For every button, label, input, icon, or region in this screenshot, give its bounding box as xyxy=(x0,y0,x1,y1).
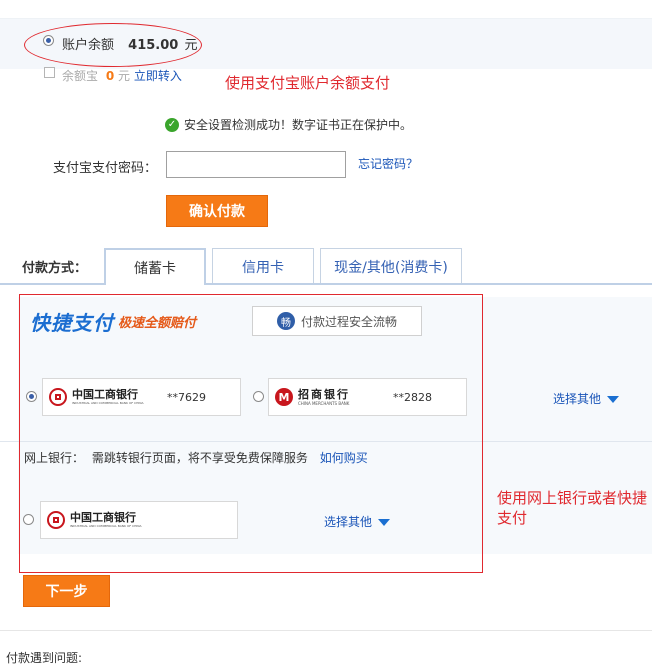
yuebao-transfer-link[interactable]: 立即转入 xyxy=(134,69,182,83)
balance-highlight-ellipse xyxy=(24,23,202,67)
payment-method-label: 付款方式： xyxy=(22,261,88,276)
chevron-down-icon xyxy=(607,396,620,403)
next-step-button[interactable]: 下一步 xyxy=(23,575,110,607)
yuebao-unit: 元 xyxy=(118,69,131,83)
password-input[interactable] xyxy=(166,151,346,178)
yuebao-group: 余额宝 0 元 立即转入 xyxy=(62,67,182,84)
yuebao-checkbox[interactable] xyxy=(44,67,55,78)
footer-divider xyxy=(0,630,652,631)
tab-debit-card[interactable]: 储蓄卡 xyxy=(104,248,206,285)
check-icon: ✓ xyxy=(165,117,179,132)
payment-problem-label: 付款遇到问题: xyxy=(6,651,83,665)
forgot-password-link[interactable]: 忘记密码？ xyxy=(358,155,418,172)
password-label: 支付宝支付密码： xyxy=(53,161,158,176)
security-status: ✓ 安全设置检测成功！数字证书正在保护中。 xyxy=(165,116,412,133)
quickpay-choose-other-label: 选择其他 xyxy=(553,392,602,406)
tab-cash-other[interactable]: 现金/其他(消费卡) xyxy=(320,248,462,284)
bank-annotation: 使用网上银行或者快捷支付 xyxy=(497,489,648,527)
quickpay-choose-other[interactable]: 选择其他 xyxy=(553,390,620,407)
tab-credit-card[interactable]: 信用卡 xyxy=(212,248,314,284)
balance-annotation: 使用支付宝账户余额支付 xyxy=(225,74,391,92)
yuebao-label: 余额宝 xyxy=(62,69,99,83)
confirm-payment-button[interactable]: 确认付款 xyxy=(166,195,268,227)
security-message: 安全设置检测成功！数字证书正在保护中。 xyxy=(184,118,413,132)
yuebao-amount: 0 xyxy=(105,69,115,83)
bank-highlight-box xyxy=(19,294,483,573)
